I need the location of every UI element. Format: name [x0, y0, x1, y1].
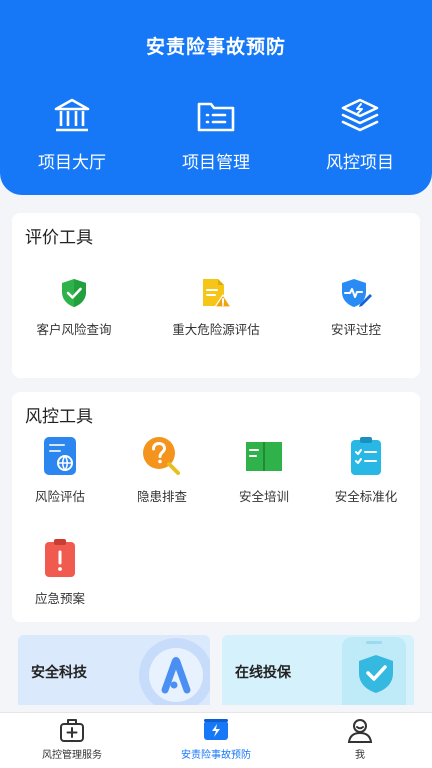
tool-safety-evaluation-control[interactable]: 安评过控: [308, 277, 404, 338]
tool-emergency-plan[interactable]: 应急预案: [20, 538, 100, 607]
user-icon: [347, 719, 373, 743]
nav-label: 项目大厅: [38, 153, 106, 172]
tool-label: 客户风险查询: [36, 323, 112, 337]
bank-building-icon: [54, 98, 90, 132]
banner-label: 安全科技: [31, 664, 87, 680]
clipboard-alert-icon: [45, 539, 75, 577]
header: 安责险事故预防 项目大厅 项目管理 风控项目: [0, 0, 432, 195]
tool-label: 风险评估: [34, 490, 85, 504]
nav-label: 风控项目: [326, 153, 394, 172]
tab-risk-management-service[interactable]: 风控管理服务: [22, 716, 122, 761]
tool-hazard-inspection[interactable]: 隐患排查: [122, 436, 202, 505]
medical-kit-icon: [60, 719, 84, 742]
tool-safety-standardization[interactable]: 安全标准化: [326, 436, 406, 505]
layers-flash-icon: [341, 98, 379, 132]
shield-pulse-icon: [342, 279, 372, 307]
tool-label: 重大危险源评估: [172, 323, 260, 337]
section-title: 评价工具: [25, 228, 93, 247]
tool-customer-risk-query[interactable]: 客户风险查询: [26, 277, 122, 338]
banner-label: 在线投保: [235, 664, 291, 680]
flash-card-icon: [204, 719, 228, 740]
tab-label: 我: [355, 750, 365, 761]
tool-label: 隐患排查: [136, 490, 187, 504]
tool-risk-assessment[interactable]: 风险评估: [20, 436, 100, 505]
tech-logo-icon: [139, 638, 210, 705]
bottom-tab-bar: 风控管理服务 安责险事故预防 我: [0, 712, 432, 768]
tab-accident-prevention[interactable]: 安责险事故预防: [166, 716, 266, 761]
section-title: 风控工具: [25, 407, 93, 426]
clipboard-checklist-icon: [351, 437, 381, 475]
banner-online-insurance[interactable]: 在线投保: [222, 635, 414, 705]
question-search-icon: [143, 437, 180, 475]
tab-label: 安责险事故预防: [181, 750, 251, 761]
evaluation-tools-card: 评价工具 客户风险查询 重大危险源评估 安评过控: [12, 213, 420, 378]
tool-safety-training[interactable]: 安全培训: [224, 436, 304, 505]
open-book-icon: [246, 442, 282, 471]
tool-label: 应急预案: [34, 592, 85, 606]
page-title: 安责险事故预防: [145, 37, 286, 58]
tool-major-hazard-assessment[interactable]: 重大危险源评估: [160, 277, 272, 338]
nav-label: 项目管理: [182, 153, 250, 172]
document-warning-icon: [203, 279, 232, 308]
shield-check-icon: [62, 279, 86, 307]
nav-project-management[interactable]: 项目管理: [156, 96, 276, 173]
banner-safety-tech[interactable]: 安全科技: [18, 635, 210, 705]
folder-list-icon: [197, 102, 235, 132]
tab-label: 风控管理服务: [42, 750, 102, 761]
nav-risk-control-project[interactable]: 风控项目: [300, 96, 420, 173]
risk-tools-card: 风控工具 风险评估 隐患排查 安全培训 安全标准化 应急预案: [12, 392, 420, 622]
tool-label: 安全标准化: [334, 490, 398, 504]
tab-me[interactable]: 我: [310, 716, 410, 761]
tool-label: 安全培训: [238, 490, 289, 504]
nav-project-hall[interactable]: 项目大厅: [12, 96, 132, 173]
phone-shield-icon: [342, 637, 406, 705]
tool-label: 安评过控: [330, 323, 381, 337]
document-globe-icon: [44, 437, 76, 475]
